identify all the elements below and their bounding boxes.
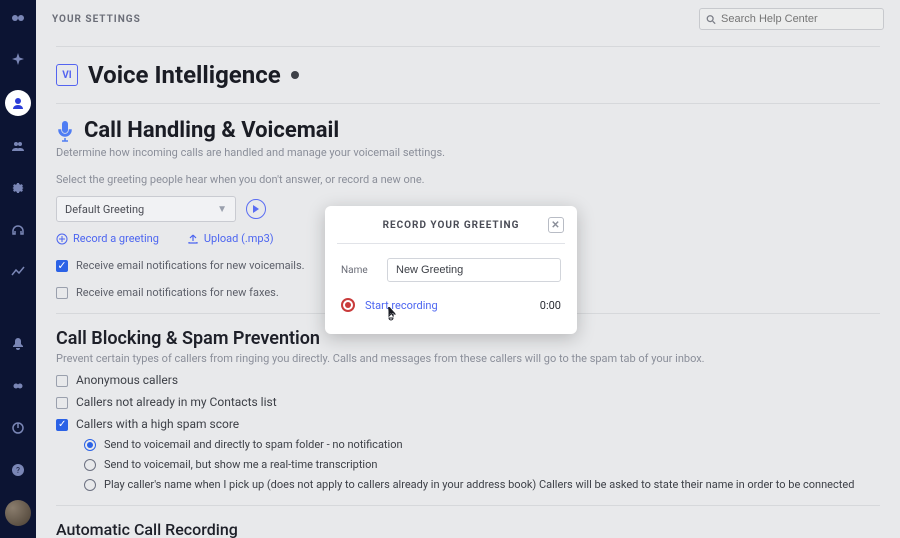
- anon-callers-checkbox[interactable]: [56, 375, 68, 387]
- search-icon: [706, 14, 716, 25]
- vi-heading: Voice Intelligence: [88, 61, 281, 89]
- auto-recording-heading: Automatic Call Recording: [56, 520, 880, 538]
- divider: [337, 243, 565, 244]
- play-greeting-button[interactable]: [246, 199, 266, 219]
- avatar[interactable]: [5, 500, 31, 526]
- email-voicemail-label: Receive email notifications for new voic…: [76, 259, 305, 272]
- greeting-name-label: Name: [341, 265, 375, 276]
- upload-icon: [187, 233, 199, 245]
- spam-action-radio-c[interactable]: [84, 479, 96, 491]
- cursor-icon: [385, 307, 397, 321]
- voicemail-heading: Call Handling & Voicemail: [84, 118, 339, 143]
- spam-score-label: Callers with a high spam score: [76, 417, 239, 431]
- logo-icon[interactable]: [6, 6, 30, 30]
- start-recording-link[interactable]: Start recording: [365, 299, 438, 312]
- gear-icon[interactable]: [6, 176, 30, 200]
- record-greeting-link[interactable]: Record a greeting: [56, 232, 159, 245]
- power-icon[interactable]: [6, 416, 30, 440]
- left-nav-sidebar: ?: [0, 0, 36, 538]
- start-recording-label: Start recording: [365, 299, 438, 312]
- search-input[interactable]: [721, 13, 877, 25]
- anon-callers-label: Anonymous callers: [76, 373, 178, 387]
- mic-icon: [56, 120, 74, 142]
- email-fax-checkbox[interactable]: [56, 287, 68, 299]
- spam-action-radio-a[interactable]: [84, 439, 96, 451]
- chevron-down-icon: ▼: [217, 204, 227, 215]
- recording-time: 0:00: [540, 299, 561, 312]
- spam-action-radio-b[interactable]: [84, 459, 96, 471]
- greeting-hint: Select the greeting people hear when you…: [56, 173, 880, 186]
- contacts-only-label: Callers not already in my Contacts list: [76, 395, 277, 409]
- divider: [56, 505, 880, 506]
- search-field[interactable]: [699, 8, 884, 30]
- voicemail-subtitle: Determine how incoming calls are handled…: [56, 146, 880, 159]
- close-icon: ✕: [551, 220, 560, 231]
- svg-text:?: ?: [16, 466, 20, 475]
- analytics-icon[interactable]: [6, 260, 30, 284]
- app-icon[interactable]: [6, 374, 30, 398]
- help-icon[interactable]: ?: [6, 458, 30, 482]
- modal-close-button[interactable]: ✕: [548, 217, 564, 233]
- record-icon[interactable]: [341, 298, 355, 312]
- sparkle-icon[interactable]: [6, 48, 30, 72]
- email-voicemail-checkbox[interactable]: ✓: [56, 260, 68, 272]
- spam-action-a-label: Send to voicemail and directly to spam f…: [104, 438, 403, 451]
- group-icon[interactable]: [6, 134, 30, 158]
- divider: [56, 46, 880, 47]
- divider: [56, 103, 880, 104]
- email-fax-label: Receive email notifications for new faxe…: [76, 286, 279, 299]
- greeting-select[interactable]: Default Greeting ▼: [56, 196, 236, 222]
- record-greeting-label: Record a greeting: [73, 232, 159, 245]
- greeting-name-input[interactable]: [387, 258, 561, 282]
- bell-icon[interactable]: [6, 332, 30, 356]
- info-dot-icon[interactable]: [291, 71, 299, 79]
- greeting-select-value: Default Greeting: [65, 203, 144, 216]
- spam-action-b-label: Send to voicemail, but show me a real-ti…: [104, 458, 377, 471]
- blocking-subtitle: Prevent certain types of callers from ri…: [56, 352, 880, 365]
- upload-greeting-link[interactable]: Upload (.mp3): [187, 232, 274, 245]
- upload-greeting-label: Upload (.mp3): [204, 232, 274, 245]
- headphones-icon[interactable]: [6, 218, 30, 242]
- plus-circle-icon: [56, 233, 68, 245]
- modal-title: RECORD YOUR GREETING: [383, 220, 520, 231]
- breadcrumb: YOUR SETTINGS: [52, 14, 141, 25]
- spam-action-c-label: Play caller's name when I pick up (does …: [104, 478, 854, 491]
- contacts-icon[interactable]: [5, 90, 31, 116]
- spam-score-checkbox[interactable]: [56, 419, 68, 431]
- vi-badge: VI: [56, 64, 78, 86]
- contacts-only-checkbox[interactable]: [56, 397, 68, 409]
- record-greeting-modal: RECORD YOUR GREETING ✕ Name Start record…: [325, 206, 577, 334]
